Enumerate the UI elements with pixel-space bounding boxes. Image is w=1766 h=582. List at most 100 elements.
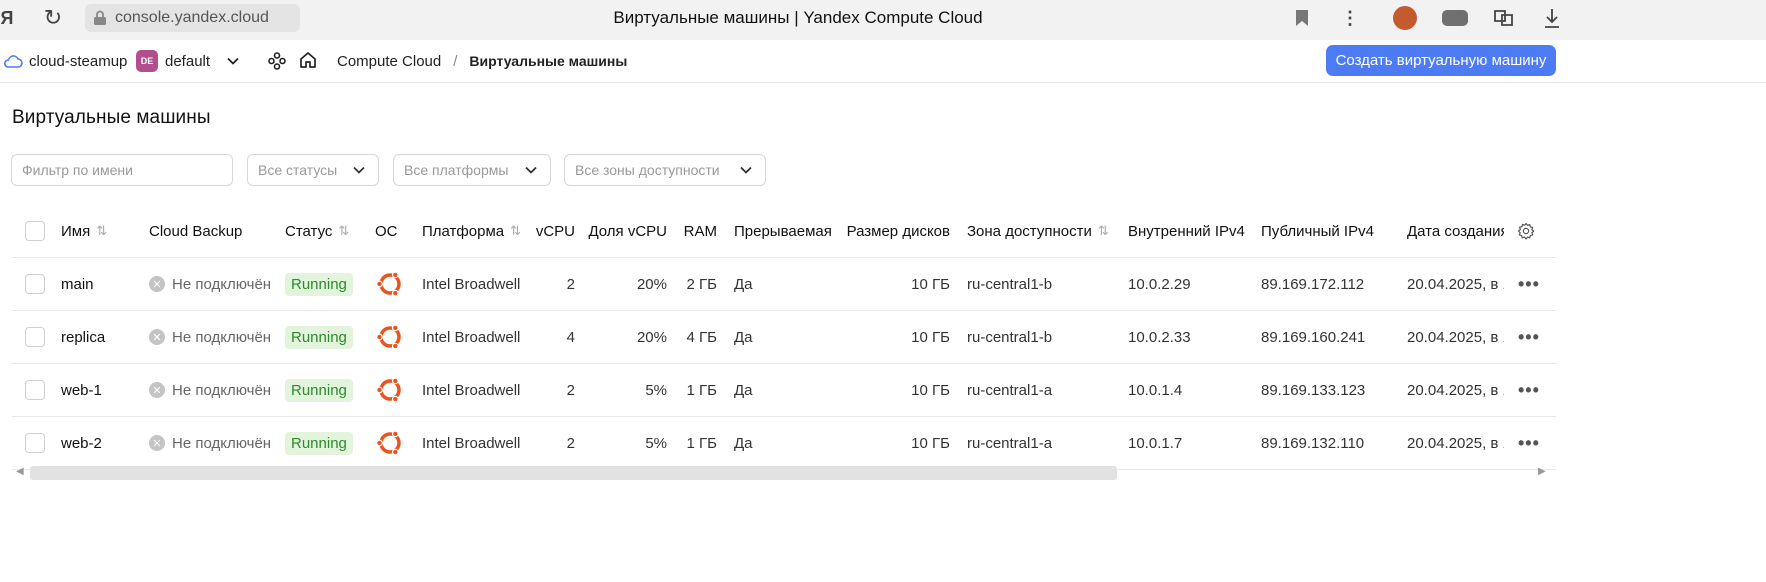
public-ip: 89.169.160.241 <box>1261 328 1366 346</box>
breadcrumb-current: Виртуальные машины <box>469 53 628 69</box>
table-row[interactable]: web-1 ✕ Не подключён Running Intel Broad… <box>12 364 1556 417</box>
not-connected-icon: ✕ <box>149 382 165 398</box>
vcpu: 4 <box>566 328 575 346</box>
column-created-label: Дата создания <box>1407 222 1504 240</box>
vcpu: 2 <box>566 381 575 399</box>
column-status-label: Статус <box>285 222 333 240</box>
vcpu-share: 5% <box>645 381 667 399</box>
breadcrumb-service[interactable]: Compute Cloud <box>337 53 441 70</box>
status-badge: Running <box>285 325 353 349</box>
extension-icon[interactable] <box>1442 10 1468 26</box>
not-connected-icon: ✕ <box>149 329 165 345</box>
status-cell: Running <box>285 364 365 416</box>
create-vm-button[interactable]: Создать виртуальную машину <box>1326 45 1556 76</box>
console-header: cloud-steamup DE default Compute Cloud /… <box>0 40 1766 83</box>
zone: ru-central1-a <box>967 381 1053 399</box>
os-cell <box>375 417 407 469</box>
os-cell <box>375 311 407 363</box>
not-connected-icon: ✕ <box>149 435 165 451</box>
cloud-name: cloud-steamup <box>29 52 128 70</box>
more-icon[interactable]: ••• <box>1518 274 1540 295</box>
more-icon[interactable]: ••• <box>1518 380 1540 401</box>
name-filter-input[interactable]: Фильтр по имени <box>11 154 233 186</box>
table-row[interactable]: replica ✕ Не подключён Running Intel Bro… <box>12 311 1556 364</box>
horizontal-scrollbar[interactable]: ◀ ▶ <box>12 466 1552 482</box>
breadcrumb: Compute Cloud / Виртуальные машины <box>337 40 627 82</box>
chevron-down-icon <box>227 57 239 65</box>
home-icon[interactable] <box>299 51 317 69</box>
folder-name: default <box>165 52 211 70</box>
row-checkbox[interactable] <box>25 327 45 347</box>
column-zone[interactable]: Зона доступности ⇅ <box>967 205 1127 257</box>
extension-icon[interactable] <box>1393 6 1417 30</box>
status-filter-select[interactable]: Все статусы <box>247 154 379 186</box>
column-platform[interactable]: Платформа ⇅ <box>422 205 538 257</box>
row-checkbox[interactable] <box>25 380 45 400</box>
zone: ru-central1-a <box>967 434 1053 452</box>
extension-icon[interactable] <box>1492 6 1516 30</box>
row-checkbox-cell <box>25 311 47 363</box>
platform: Intel Broadwell <box>422 434 521 452</box>
address-bar[interactable]: console.yandex.cloud <box>85 4 300 32</box>
gear-icon[interactable] <box>1517 222 1535 240</box>
zone-filter-value: Все зоны доступности <box>575 162 720 178</box>
preemptible: Да <box>734 275 753 293</box>
more-icon[interactable]: ••• <box>1518 433 1540 454</box>
created-date: 20.04.2025, в 1 <box>1407 434 1504 452</box>
disk-size: 10 ГБ <box>911 381 950 399</box>
reload-icon[interactable]: ↻ <box>40 0 66 36</box>
select-all-checkbox[interactable] <box>25 221 45 241</box>
ram: 1 ГБ <box>686 434 717 452</box>
yandex-logo-icon[interactable]: Я <box>0 0 14 36</box>
chevron-down-icon <box>525 166 537 174</box>
column-vcpu-share: Доля vCPU <box>584 205 667 257</box>
internal-ip: 10.0.1.7 <box>1128 434 1183 452</box>
created-date: 20.04.2025, в 1 <box>1407 328 1504 346</box>
vm-name[interactable]: main <box>61 258 141 310</box>
column-disk-size-label: Размер дисков <box>846 222 950 240</box>
zone-filter-select[interactable]: Все зоны доступности <box>564 154 766 186</box>
sort-icon: ⇅ <box>510 223 522 238</box>
page-title: Виртуальные машины <box>12 107 211 128</box>
status-badge: Running <box>285 431 353 455</box>
cloud-selector[interactable]: cloud-steamup <box>3 40 127 82</box>
zone: ru-central1-b <box>967 328 1053 346</box>
table-row[interactable]: web-2 ✕ Не подключён Running Intel Broad… <box>12 417 1556 470</box>
download-icon[interactable] <box>1544 8 1560 28</box>
sort-icon: ⇅ <box>338 223 350 238</box>
scrollbar-thumb[interactable] <box>30 466 1117 480</box>
row-checkbox-cell <box>25 258 47 310</box>
services-icon[interactable] <box>268 52 286 70</box>
vm-name[interactable]: web-1 <box>61 364 141 416</box>
backup-status: Не подключён <box>172 434 272 452</box>
backup-status: Не подключён <box>172 381 272 399</box>
more-icon[interactable]: ••• <box>1518 327 1540 348</box>
vcpu: 2 <box>566 275 575 293</box>
disk-size: 10 ГБ <box>911 275 950 293</box>
table-row[interactable]: main ✕ Не подключён Running Intel Broadw… <box>12 258 1556 311</box>
vm-name[interactable]: web-2 <box>61 417 141 469</box>
row-menu-cell: ••• <box>1518 311 1542 363</box>
backup-cell: ✕ Не подключён <box>149 417 279 469</box>
row-menu-cell: ••• <box>1518 258 1542 310</box>
internal-ip: 10.0.1.4 <box>1128 381 1183 399</box>
column-os: ОС <box>375 205 415 257</box>
browser-menu-icon[interactable]: ⋮ <box>1340 0 1360 36</box>
column-vcpu-label: vCPU <box>535 222 575 240</box>
vm-name[interactable]: replica <box>61 311 141 363</box>
scroll-right-icon[interactable]: ▶ <box>1538 466 1546 477</box>
column-preemptible: Прерываемая <box>734 205 834 257</box>
bookmark-icon[interactable] <box>1294 9 1310 27</box>
scroll-left-icon[interactable]: ◀ <box>16 466 24 477</box>
row-checkbox[interactable] <box>25 433 45 453</box>
row-checkbox[interactable] <box>25 274 45 294</box>
status-badge: Running <box>285 272 353 296</box>
platform: Intel Broadwell <box>422 381 521 399</box>
breadcrumb-separator: / <box>453 52 458 70</box>
preemptible: Да <box>734 328 753 346</box>
column-status[interactable]: Статус ⇅ <box>285 205 369 257</box>
folder-selector[interactable]: DE default <box>136 40 240 82</box>
platform-filter-select[interactable]: Все платформы <box>393 154 551 186</box>
status-filter-value: Все статусы <box>258 162 338 178</box>
column-name[interactable]: Имя ⇅ <box>61 205 141 257</box>
